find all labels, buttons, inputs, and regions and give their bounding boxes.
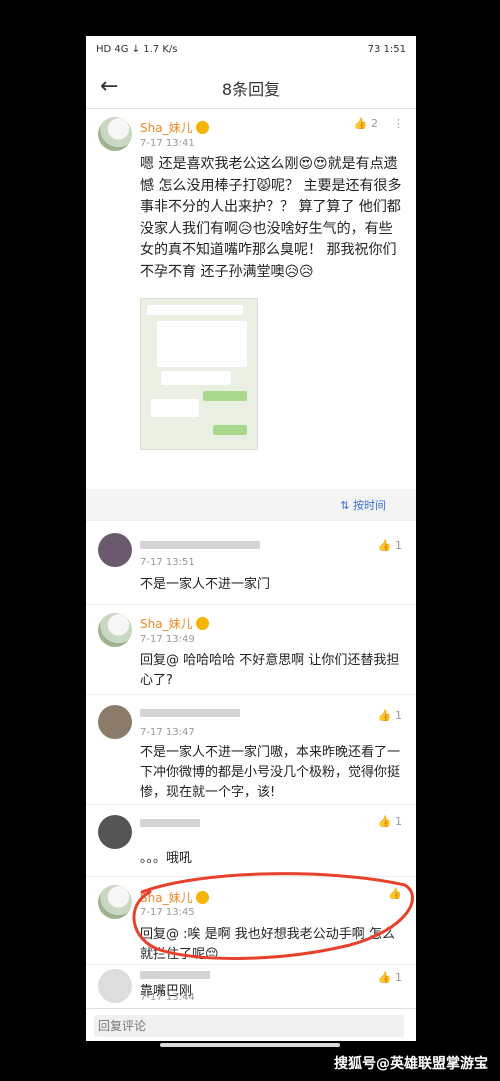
reply-item: 👍 1 。。。哦吼	[86, 804, 416, 877]
sort-bar: ⇅ 按时间	[86, 490, 416, 520]
avatar[interactable]	[98, 969, 132, 1003]
phone-screen: HD 4G ↓ 1.7 K/s 73 1:51 ← 8条回复 Sha_妹儿 7-…	[86, 36, 416, 1041]
comment-text: 嗯 还是喜欢我老公这么刚😍😍就是有点遗憾 怎么没用棒子打😾呢？ 主要是还有很多事…	[140, 156, 402, 280]
reply-item: 7-17 13:51 👍 1 不是一家人不进一家门	[86, 520, 416, 605]
reply-text: 不是一家人不进一家门嗷，本来昨晚还看了一下冲你微博的都是小号没几个极粉，觉得你挺…	[140, 745, 401, 800]
like-count: 1	[395, 971, 402, 984]
avatar[interactable]	[98, 117, 132, 151]
reply-item: Sha_妹儿 7-17 13:49 回复@ 哈哈哈哈 不好意思啊 让你们还替我担…	[86, 604, 416, 695]
title-bar: ← 8条回复	[86, 64, 416, 109]
blurred-username	[140, 971, 210, 979]
like-button[interactable]: 👍 1	[378, 815, 402, 828]
status-bar: HD 4G ↓ 1.7 K/s 73 1:51	[86, 36, 416, 64]
status-right: 73 1:51	[367, 44, 406, 55]
comment-time: 7-17 13:41	[140, 138, 195, 149]
avatar[interactable]	[98, 885, 132, 919]
avatar[interactable]	[98, 613, 132, 647]
thumbs-up-icon: 👍	[377, 815, 392, 828]
thumbs-up-icon[interactable]: 👍	[388, 887, 402, 900]
reply-text: 回复@ :唉 是啊 我也好想我老公动手啊 怎么就拦住了呢😔	[140, 927, 395, 962]
reply-text: 。。。哦吼	[140, 851, 193, 866]
home-indicator	[160, 1043, 340, 1047]
sort-button[interactable]: ⇅ 按时间	[340, 497, 386, 513]
reply-item: 7-17 13:47 👍 1 不是一家人不进一家门嗷，本来昨晚还看了一下冲你微博…	[86, 694, 416, 805]
reply-time: 7-17 13:49	[140, 634, 195, 645]
reply-item: Sha_妹儿 7-17 13:45 👍 回复@ :唉 是啊 我也好想我老公动手啊…	[86, 876, 416, 965]
avatar[interactable]	[98, 815, 132, 849]
reply-item: 👍 1	[86, 964, 416, 1009]
sort-icon: ⇅	[340, 499, 350, 512]
reply-time: 7-17 13:47	[140, 727, 195, 738]
reply-time: 7-17 13:45	[140, 907, 195, 918]
badge-icon	[195, 121, 209, 134]
thumbs-up-icon: 👍	[377, 709, 392, 722]
username[interactable]: Sha_妹儿	[140, 889, 209, 906]
sort-label: 按时间	[353, 499, 386, 512]
like-button[interactable]: 👍 1	[378, 709, 402, 722]
like-count: 2	[371, 117, 378, 130]
thumbs-up-icon: 👍	[377, 539, 392, 552]
page-title: 8条回复	[221, 80, 281, 99]
blurred-username	[140, 709, 240, 717]
username-text: Sha_妹儿	[140, 617, 193, 631]
badge-icon	[195, 891, 209, 904]
username[interactable]: Sha_妹儿	[140, 615, 209, 632]
username[interactable]: Sha_妹儿	[140, 119, 209, 136]
like-button[interactable]: 👍 2	[354, 117, 378, 130]
avatar[interactable]	[98, 533, 132, 567]
reply-time: 7-17 13:51	[140, 557, 195, 568]
reply-input-bar: 回复评论	[86, 1008, 416, 1041]
like-button[interactable]: 👍 1	[378, 539, 402, 552]
username-text: Sha_妹儿	[140, 891, 193, 905]
username-text: Sha_妹儿	[140, 121, 193, 135]
more-dots-icon[interactable]: ⋮	[393, 117, 404, 130]
like-button[interactable]: 👍 1	[378, 971, 402, 984]
reply-time: 7-17 13:44	[140, 992, 195, 1003]
like-count: 1	[395, 815, 402, 828]
blurred-username	[140, 541, 260, 549]
blurred-username	[140, 819, 200, 827]
avatar[interactable]	[98, 705, 132, 739]
reply-text: 不是一家人不进一家门	[140, 577, 271, 592]
like-count: 1	[395, 539, 402, 552]
watermark: 搜狐号@英雄联盟掌游宝	[334, 1056, 488, 1072]
attached-screenshot[interactable]	[140, 298, 258, 450]
thumbs-up-icon: 👍	[353, 117, 368, 130]
status-left: HD 4G ↓ 1.7 K/s	[96, 44, 178, 55]
thumbs-up-icon: 👍	[377, 971, 392, 984]
reply-text: 回复@ 哈哈哈哈 不好意思啊 让你们还替我担心了?	[140, 653, 400, 688]
badge-icon	[195, 617, 209, 630]
like-count: 1	[395, 709, 402, 722]
reply-input[interactable]: 回复评论	[94, 1015, 404, 1037]
